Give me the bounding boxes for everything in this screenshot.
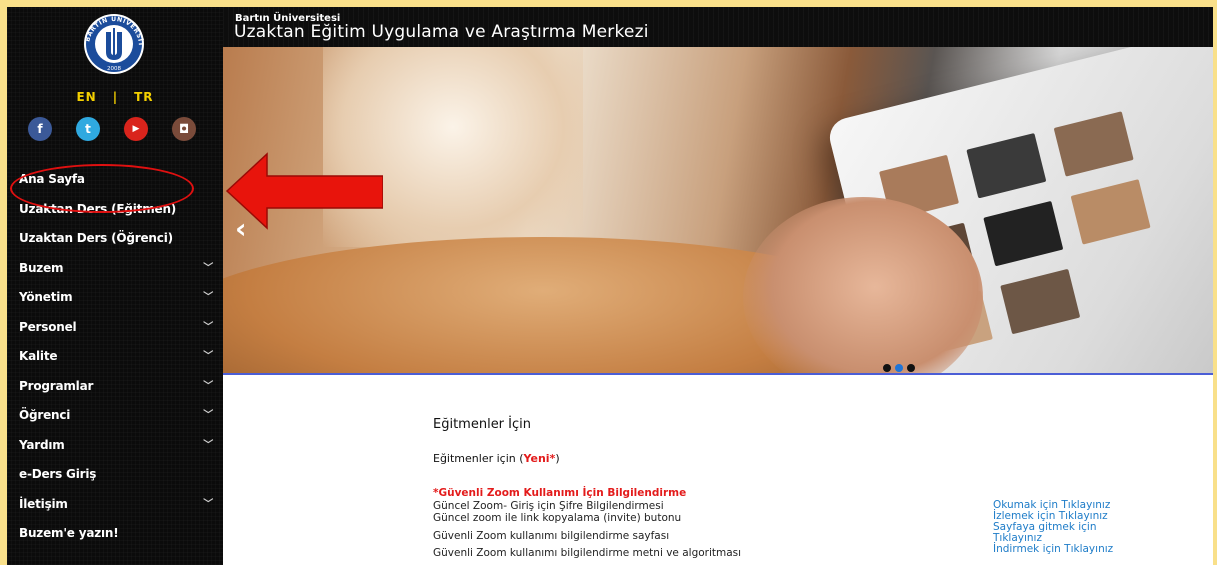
nav-label: Personel [19, 319, 77, 334]
section-title: Eğitmenler İçin [433, 417, 531, 432]
nav-item-buzeme-yazin[interactable]: Buzem'e yazın! [7, 519, 223, 549]
site-header: Bartın Üniversitesi Uzaktan Eğitim Uygul… [223, 7, 1213, 47]
slider-dot[interactable] [883, 364, 891, 372]
chevron-down-icon: ﹀ [203, 262, 213, 274]
section-subtitle: Eğitmenler için (Yeni*) [433, 452, 560, 465]
facebook-icon[interactable]: f [28, 117, 52, 141]
list-item: *Güvenli Zoom Kullanımı İçin Bilgilendir… [433, 487, 687, 499]
chevron-down-icon: ﹀ [203, 380, 213, 392]
list-item: Güncel Zoom- Giriş için Şifre Bilgilendi… [433, 499, 664, 512]
nav-label: Öğrenci [19, 408, 71, 422]
nav-item-e-ders-giris[interactable]: e-Ders Giriş [7, 460, 223, 490]
nav-label: Buzem'e yazın! [19, 526, 119, 540]
annotation-arrow-icon [225, 152, 383, 230]
chevron-down-icon: ﹀ [203, 292, 213, 303]
language-switch: EN | TR [7, 90, 223, 104]
new-badge: Yeni* [523, 452, 556, 465]
logo-year: 2008 [107, 66, 121, 72]
nav-item-iletisim[interactable]: İletişim ﹀ [7, 490, 223, 520]
university-logo[interactable]: BARTIN ÜNİVERSİTESİ 2008 [71, 12, 157, 76]
social-links: f t ▶ ◘ [7, 117, 223, 147]
nav-item-kalite[interactable]: Kalite ﹀ [7, 342, 223, 372]
nav-label: Programlar [19, 378, 94, 393]
nav-label: Kalite [19, 349, 58, 363]
list-item: Güvenli Zoom kullanımı bilgilendirme met… [433, 547, 742, 559]
sidebar-nav: Ana Sayfa Uzaktan Ders (Eğitmen) Uzaktan… [7, 165, 223, 549]
chevron-down-icon: ﹀ [203, 351, 213, 362]
chevron-down-icon: ﹀ [203, 321, 213, 333]
annotation-ellipse [10, 164, 194, 213]
nav-label: Yönetim [19, 290, 73, 304]
chevron-down-icon: ﹀ [203, 410, 213, 421]
nav-label: e-Ders Giriş [19, 467, 97, 481]
nav-label: Yardım [19, 437, 65, 452]
nav-item-ogrenci[interactable]: Öğrenci ﹀ [7, 401, 223, 431]
slider-dot[interactable] [907, 364, 915, 372]
nav-item-buzem[interactable]: Buzem ﹀ [7, 254, 223, 284]
nav-label: Buzem [19, 260, 64, 275]
twitter-icon[interactable]: t [76, 117, 100, 141]
sidebar: BARTIN ÜNİVERSİTESİ 2008 EN | TR f t ▶ ◘ A… [7, 7, 223, 565]
screenshot-frame: BARTIN ÜNİVERSİTESİ 2008 EN | TR f t ▶ ◘ A… [7, 7, 1213, 565]
nav-item-yardim[interactable]: Yardım ﹀ [7, 431, 223, 461]
link-list: Okumak için Tıklayınız İzlemek için Tıkl… [993, 500, 1113, 555]
chevron-down-icon: ﹀ [203, 439, 213, 451]
list-item: Güncel zoom ile link kopyalama (invite) … [433, 512, 682, 524]
header-title[interactable]: Uzaktan Eğitim Uygulama ve Araştırma Mer… [234, 22, 649, 42]
slider-dots [883, 364, 915, 372]
nav-item-personel[interactable]: Personel ﹀ [7, 313, 223, 343]
lang-separator: | [112, 90, 119, 104]
chevron-down-icon: ﹀ [203, 498, 213, 510]
nav-item-uzaktan-ders-ogrenci[interactable]: Uzaktan Ders (Öğrenci) [7, 224, 223, 254]
nav-label: Uzaktan Ders (Öğrenci) [19, 231, 173, 245]
nav-item-programlar[interactable]: Programlar ﹀ [7, 372, 223, 402]
nav-item-yonetim[interactable]: Yönetim ﹀ [7, 283, 223, 313]
instagram-icon[interactable]: ◘ [172, 117, 196, 141]
download-link[interactable]: İndirmek için Tıklayınız [993, 544, 1113, 555]
main-content: Eğitmenler İçin Eğitmenler için (Yeni*) … [223, 375, 1213, 565]
lang-en-link[interactable]: EN [76, 90, 96, 104]
info-list: *Güvenli Zoom Kullanımı İçin Bilgilendir… [433, 487, 741, 560]
nav-label: İletişim [19, 496, 68, 511]
youtube-icon[interactable]: ▶ [124, 117, 148, 141]
list-item: Güvenli Zoom kullanımı bilgilendirme say… [433, 529, 670, 542]
lang-tr-link[interactable]: TR [134, 90, 153, 104]
slider-dot-active[interactable] [895, 364, 903, 372]
